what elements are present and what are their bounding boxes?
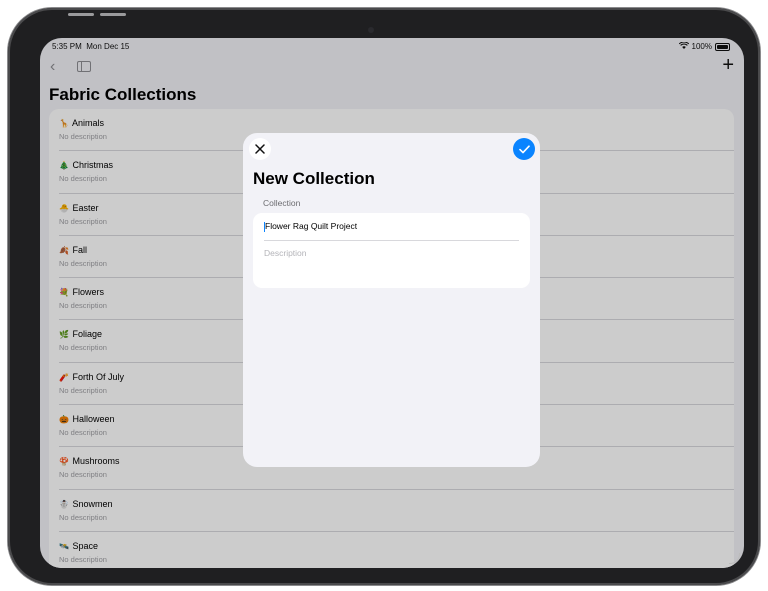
screen: 5:35 PM Mon Dec 15 100% ‹ + Fabric Colle… bbox=[40, 38, 744, 568]
close-button[interactable] bbox=[249, 138, 271, 160]
volume-button-top-2 bbox=[100, 13, 126, 16]
collection-form: Flower Rag Quilt Project Description bbox=[253, 213, 530, 288]
close-icon bbox=[255, 144, 265, 154]
front-camera bbox=[368, 27, 374, 33]
description-field[interactable]: Description bbox=[264, 248, 307, 258]
section-header: Collection bbox=[263, 198, 301, 208]
sheet-title: New Collection bbox=[253, 169, 375, 188]
ipad-device-frame: 5:35 PM Mon Dec 15 100% ‹ + Fabric Colle… bbox=[8, 8, 760, 585]
checkmark-icon bbox=[518, 144, 530, 153]
collection-name-field[interactable]: Flower Rag Quilt Project bbox=[264, 221, 357, 232]
volume-button-top bbox=[68, 13, 94, 16]
field-divider bbox=[264, 240, 519, 241]
done-button[interactable] bbox=[513, 138, 535, 160]
new-collection-sheet: New Collection Collection Flower Rag Qui… bbox=[243, 133, 540, 467]
collection-name-value: Flower Rag Quilt Project bbox=[265, 221, 358, 231]
